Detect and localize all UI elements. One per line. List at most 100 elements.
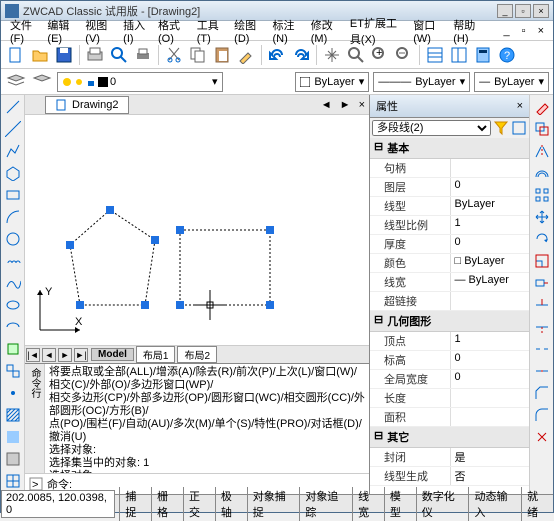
grip[interactable] [66,241,74,249]
lwt-toggle[interactable]: 线宽 [352,487,384,521]
grid-toggle[interactable]: 栅格 [151,487,183,521]
designcenter-icon[interactable] [448,44,470,66]
erase-icon[interactable] [532,97,552,117]
trim-icon[interactable] [532,295,552,315]
minimize-button[interactable]: _ [497,4,513,18]
pan-icon[interactable] [321,44,343,66]
otrack-toggle[interactable]: 对象追踪 [299,487,352,521]
help-icon[interactable]: ? [496,44,518,66]
menu-edit[interactable]: 编辑(E) [42,15,78,47]
save-icon[interactable] [53,44,75,66]
menu-insert[interactable]: 插入(I) [118,15,151,47]
move-icon[interactable] [532,207,552,227]
paste-icon[interactable] [211,44,233,66]
extend-icon[interactable] [532,317,552,337]
mdi-minimize[interactable]: _ [499,23,515,39]
tab-layout2[interactable]: 布局2 [177,346,217,363]
model-toggle[interactable]: 模型 [384,487,416,521]
layer-manager-icon[interactable] [5,71,27,93]
zoom-window-icon[interactable]: + [369,44,391,66]
copy-icon[interactable] [187,44,209,66]
drawing-area[interactable]: X Y [25,115,369,345]
menu-tools[interactable]: 工具(T) [192,15,227,47]
arc-icon[interactable] [3,207,23,227]
insert-icon[interactable] [3,339,23,359]
stretch-icon[interactable] [532,273,552,293]
rectangle-icon[interactable] [3,185,23,205]
tablet-toggle[interactable]: 数字化仪 [416,487,469,521]
properties-grid[interactable]: ⊟基本句柄图层0线型ByLayer线型比例1厚度0颜色□ ByLayer线宽— … [370,138,529,494]
xline-icon[interactable] [3,119,23,139]
line-icon[interactable] [3,97,23,117]
menu-modify[interactable]: 修改(M) [306,15,343,47]
properties-close[interactable]: × [517,100,523,112]
doc-tab-active[interactable]: Drawing2 [45,96,129,114]
mdi-restore[interactable]: ▫ [517,23,531,39]
zoom-realtime-icon[interactable] [345,44,367,66]
ortho-toggle[interactable]: 正交 [183,487,215,521]
table-icon[interactable] [3,471,23,491]
maximize-button[interactable]: ▫ [515,4,531,18]
rotate-icon[interactable] [532,229,552,249]
fillet-icon[interactable] [532,405,552,425]
region-icon[interactable] [3,449,23,469]
spline-icon[interactable] [3,273,23,293]
tab-model[interactable]: Model [91,348,134,361]
properties-icon[interactable] [424,44,446,66]
matchprop-icon[interactable] [235,44,257,66]
grip[interactable] [141,301,149,309]
print-icon[interactable] [132,44,154,66]
gradient-icon[interactable] [3,427,23,447]
tab-layout1[interactable]: 布局1 [136,346,176,363]
grip[interactable] [176,301,184,309]
menu-dim[interactable]: 标注(N) [267,15,303,47]
mdi-close[interactable]: × [533,23,549,39]
polyline-icon[interactable] [3,141,23,161]
grip[interactable] [266,226,274,234]
mirror-icon[interactable] [532,141,552,161]
polygon-icon[interactable] [3,163,23,183]
circle-icon[interactable] [3,229,23,249]
block-icon[interactable] [3,361,23,381]
menu-draw[interactable]: 绘图(D) [229,15,265,47]
new-icon[interactable] [5,44,27,66]
zoom-prev-icon[interactable] [393,44,415,66]
menu-view[interactable]: 视图(V) [80,15,116,47]
copyobj-icon[interactable] [532,119,552,139]
ellipse-icon[interactable] [3,295,23,315]
grip[interactable] [151,236,159,244]
color-selector[interactable]: ByLayer▾ [295,72,369,92]
coordinates[interactable]: 202.0085, 120.0398, 0 [1,490,115,518]
grip[interactable] [106,206,114,214]
menu-window[interactable]: 窗口(W) [408,15,446,47]
undo-icon[interactable] [266,44,288,66]
lineweight-selector[interactable]: —ByLayer▾ [474,72,549,92]
doctab-left[interactable]: ◄ [317,99,336,111]
layer-selector[interactable]: 0 ▾ [57,72,223,92]
tab-last[interactable]: ►| [74,348,88,362]
tab-prev[interactable]: ◄ [42,348,56,362]
hatch-icon[interactable] [3,405,23,425]
point-icon[interactable] [3,383,23,403]
pickadd-icon[interactable] [511,120,527,136]
tab-first[interactable]: |◄ [26,348,40,362]
selection-dropdown[interactable]: 多段线(2) [372,120,491,136]
open-icon[interactable] [29,44,51,66]
linetype-selector[interactable]: ———ByLayer▾ [373,72,470,92]
menu-help[interactable]: 帮助(H) [448,15,484,47]
explode-icon[interactable] [532,427,552,447]
offset-icon[interactable] [532,163,552,183]
calc-icon[interactable] [472,44,494,66]
break-icon[interactable] [532,339,552,359]
quickselect-icon[interactable] [493,120,509,136]
grip[interactable] [176,226,184,234]
preview-icon[interactable] [108,44,130,66]
redo-icon[interactable] [290,44,312,66]
doctab-right[interactable]: ► [336,99,355,111]
chamfer-icon[interactable] [532,383,552,403]
tab-next[interactable]: ► [58,348,72,362]
plot-icon[interactable] [84,44,106,66]
command-history[interactable]: 将要点取或全部(ALL)/增添(A)/除去(R)/前次(P)/上次(L)/窗口(… [45,364,369,473]
ellipsearc-icon[interactable] [3,317,23,337]
array-icon[interactable] [532,185,552,205]
